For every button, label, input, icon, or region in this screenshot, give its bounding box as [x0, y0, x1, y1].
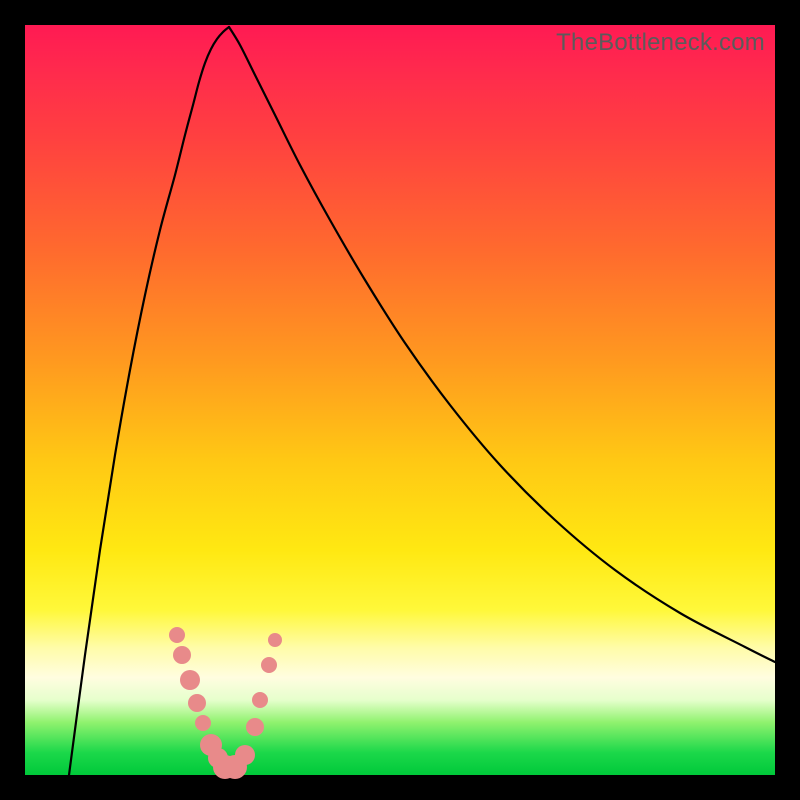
chart-frame: TheBottleneck.com [0, 0, 800, 800]
curve-svg [25, 25, 775, 775]
curve-segment-0 [69, 27, 229, 775]
marker-group [169, 627, 282, 779]
plot-area: TheBottleneck.com [25, 25, 775, 775]
data-marker [173, 646, 191, 664]
data-marker [246, 718, 264, 736]
data-marker [169, 627, 185, 643]
data-marker [195, 715, 211, 731]
data-marker [261, 657, 277, 673]
curve-group [69, 27, 775, 775]
data-marker [188, 694, 206, 712]
data-marker [235, 745, 255, 765]
data-marker [252, 692, 268, 708]
data-marker [268, 633, 282, 647]
curve-segment-1 [229, 27, 775, 662]
data-marker [180, 670, 200, 690]
